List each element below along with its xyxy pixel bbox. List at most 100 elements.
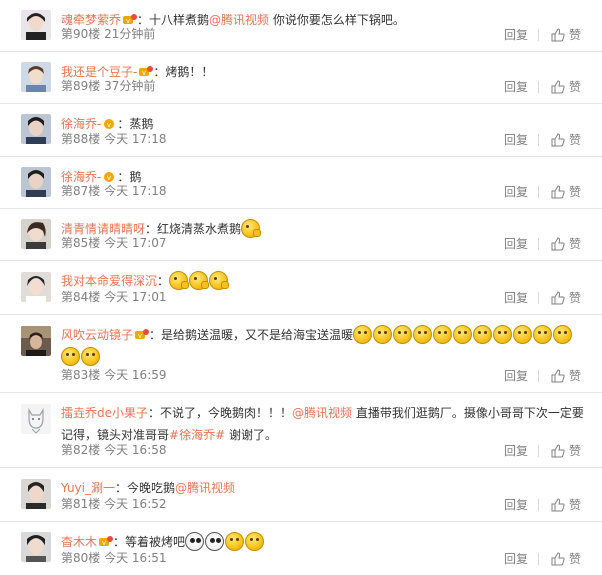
colon: ： [117,117,130,131]
comment-item: 风吹云动镜子 v ：是给鹅送温暖，又不是给海宝送温暖 第83楼 今天 16:59 回… [0,315,602,393]
comment-actions: 回复 赞 [504,442,581,459]
svg-text:v: v [107,121,111,129]
comment-actions: 回复 赞 [504,289,581,306]
smile-emoji-icon [373,325,393,344]
like-label: 赞 [568,369,581,383]
avatar[interactable] [21,326,51,356]
floor-number: 第88楼 [61,132,101,146]
reply-button[interactable]: 回复 [504,367,528,384]
mention-link[interactable]: @腾讯视频 [209,13,269,27]
username[interactable]: Yuyi_涮一 [61,481,115,495]
comment-meta: 第89楼 37分钟前 [61,77,155,94]
avatar[interactable] [21,62,51,92]
comment-text: 烤鹅！！ [165,65,214,79]
comment-item: 杳木木 v ：等着被烤吧 第80楼 今天 16:51 回复 赞 [0,522,602,575]
floor-number: 第90楼 [61,27,101,41]
reply-button[interactable]: 回复 [504,289,528,306]
smile-emoji-icon [61,347,80,366]
colon: ： [113,535,126,549]
username[interactable]: 风吹云动镜子 [61,328,133,342]
like-button[interactable]: 赞 [551,26,581,43]
like-button[interactable]: 赞 [551,496,581,513]
timestamp: 今天 17:18 [104,132,167,146]
thumbs-up-icon [551,236,565,250]
thumbs-up-icon [551,368,565,382]
divider [537,552,539,565]
reply-button[interactable]: 回复 [504,131,528,148]
colon: ： [157,274,170,288]
smile-emoji-icon [473,325,493,344]
like-button[interactable]: 赞 [551,131,581,148]
reply-button[interactable]: 回复 [504,442,528,459]
like-button[interactable]: 赞 [551,78,581,95]
like-button[interactable]: 赞 [551,235,581,252]
like-button[interactable]: 赞 [551,289,581,306]
comment-meta: 第80楼 今天 16:51 [61,549,167,566]
svg-text:v: v [102,539,106,547]
floor-number: 第83楼 [61,368,101,382]
avatar[interactable] [21,219,51,249]
mention-link[interactable]: @腾讯视频 [175,481,235,495]
smile-emoji-icon [513,325,533,344]
thumbs-up-icon [551,27,565,41]
comment-actions: 回复 赞 [504,235,581,252]
reply-button[interactable]: 回复 [504,550,528,567]
smile-emoji-icon [493,325,513,344]
floor-number: 第87楼 [61,184,101,198]
comment-item: 擂垚乔de小果子：不说了，今晚鹅肉！！！@腾讯视频 直播带我们逛鹅厂。摄像小哥哥… [0,393,602,468]
avatar[interactable] [21,479,51,509]
comment-meta: 第84楼 今天 17:01 [61,288,167,305]
timestamp: 21分钟前 [104,27,156,41]
thumbs-up-icon [551,132,565,146]
smug-emoji-icon [241,219,262,238]
like-button[interactable]: 赞 [551,183,581,200]
comment-item: 徐海乔-v ：鹅 第87楼 今天 17:18 回复 赞 [0,157,602,209]
reply-button[interactable]: 回复 [504,183,528,200]
like-button[interactable]: 赞 [551,367,581,384]
divider [537,80,539,93]
username[interactable]: 杳木木 [61,535,97,549]
smile-emoji-icon [245,532,265,551]
like-label: 赞 [568,237,581,251]
avatar[interactable] [21,167,51,197]
like-button[interactable]: 赞 [551,442,581,459]
colon: ： [115,481,128,495]
smile-emoji-icon [453,325,473,344]
comment-actions: 回复 赞 [504,367,581,384]
like-label: 赞 [568,444,581,458]
avatar[interactable] [21,10,51,40]
avatar[interactable] [21,114,51,144]
colon: ： [148,406,161,420]
verified-badge-icon: v [104,119,115,129]
comment-text: 今晚吃鹅 [127,481,176,495]
username[interactable]: 擂垚乔de小果子 [61,406,148,420]
smile-emoji-icon [81,347,100,366]
hashtag-link[interactable]: #徐海乔# [169,428,225,442]
like-button[interactable]: 赞 [551,550,581,567]
smile-emoji-icon [393,325,413,344]
comment-body: 风吹云动镜子 v ：是给鹅送温暖，又不是给海宝送温暖 [61,324,586,368]
username[interactable]: 我对本命爱得深沉 [61,274,157,288]
smile-emoji-icon [433,325,453,344]
floor-number: 第82楼 [61,443,101,457]
timestamp: 今天 16:59 [104,368,167,382]
comment-item: 我对本命爱得深沉： 第84楼 今天 17:01 回复 赞 [0,261,602,315]
smile-emoji-icon [553,325,573,344]
comment-item: 魂牵梦萦乔 v ：十八样煮鹅@腾讯视频 你说你要怎么样下锅吧。 第90楼 21分钟前… [0,0,602,52]
avatar[interactable] [21,532,51,562]
smug-emoji-icon [169,271,190,290]
mention-link[interactable]: @腾讯视频 [292,406,352,420]
divider [537,291,539,304]
svg-text:v: v [142,69,146,77]
reply-button[interactable]: 回复 [504,235,528,252]
svg-text:v: v [126,17,130,25]
avatar[interactable] [21,404,51,434]
username[interactable]: 徐海乔- [61,117,101,131]
divider [537,28,539,41]
timestamp: 今天 16:58 [104,443,167,457]
avatar[interactable] [21,272,51,302]
reply-button[interactable]: 回复 [504,78,528,95]
reply-button[interactable]: 回复 [504,496,528,513]
comment-text: 十八样煮鹅 [149,13,210,27]
reply-button[interactable]: 回复 [504,26,528,43]
